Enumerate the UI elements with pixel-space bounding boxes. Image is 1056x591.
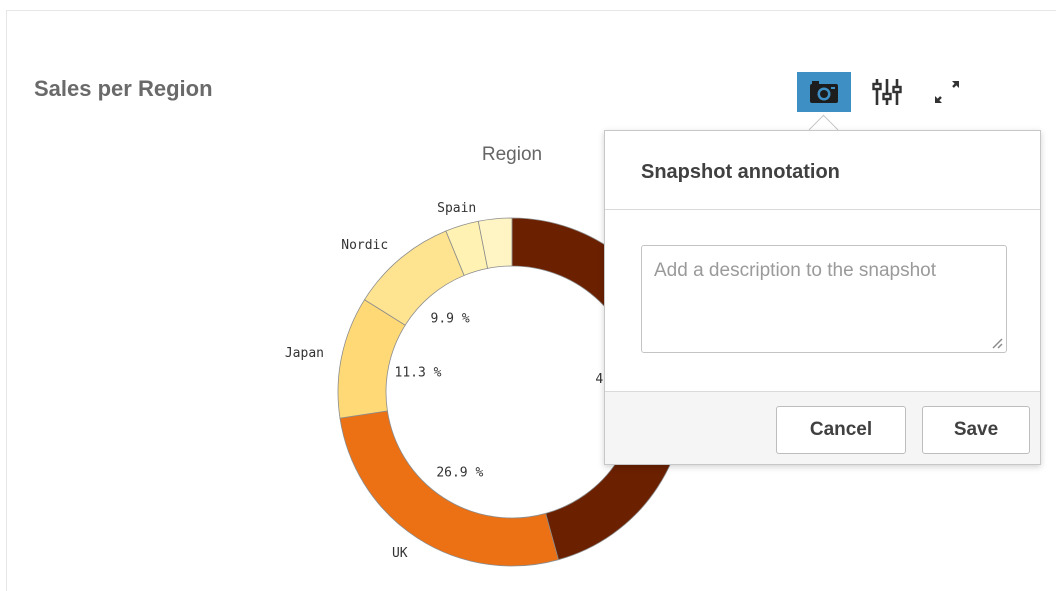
snapshot-annotation-popover: Snapshot annotation Cancel Save	[604, 130, 1041, 465]
slice-category-label: UK	[392, 546, 408, 561]
cancel-button[interactable]: Cancel	[776, 406, 906, 454]
resize-handle-icon[interactable]	[991, 337, 1003, 349]
popover-divider-top	[605, 209, 1040, 210]
slice-category-label: Spain	[437, 201, 476, 216]
slice-value-label: 26.9 %	[436, 466, 483, 481]
snapshot-description-input[interactable]	[641, 245, 1007, 353]
slice-category-label: Japan	[285, 346, 324, 361]
slice-category-label: Nordic	[341, 238, 388, 253]
popover-title: Snapshot annotation	[641, 161, 840, 183]
save-button[interactable]: Save	[922, 406, 1030, 454]
dimension-title: Region	[482, 144, 542, 165]
slice-value-label: 11.3 %	[395, 366, 442, 381]
donut-slice-uk[interactable]	[339, 410, 559, 567]
popover-footer: Cancel Save	[605, 392, 1040, 464]
slice-value-label: 9.9 %	[431, 312, 470, 327]
